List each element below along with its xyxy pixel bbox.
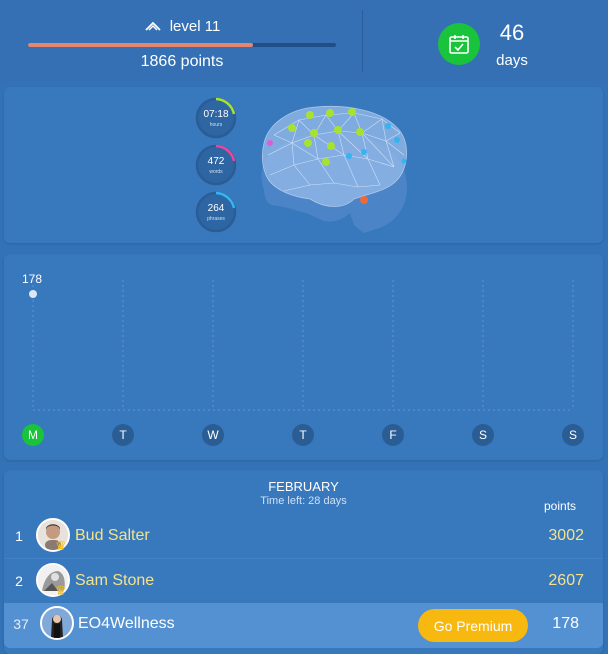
level-progress-bar	[28, 43, 336, 47]
day-button[interactable]: S	[562, 424, 584, 446]
leaderboard-row[interactable]: 1 ♛ Bud Salter 3002	[4, 515, 603, 559]
stat-words-unit: words	[209, 169, 223, 175]
day-button[interactable]: T	[112, 424, 134, 446]
points-column-header: points	[544, 499, 577, 513]
brain-illustration	[261, 106, 408, 233]
stat-phrases-value: 264	[207, 203, 225, 214]
leaderboard-row[interactable]: 2 ♛ Sam Stone 2607	[4, 560, 603, 604]
day-button[interactable]: T	[292, 424, 314, 446]
points-total: 1866 points	[140, 53, 224, 70]
avatar[interactable]	[40, 606, 74, 640]
level-label: level 11	[169, 17, 221, 35]
leaderboard-month: FEBRUARY	[268, 479, 339, 494]
day-button[interactable]: S	[472, 424, 494, 446]
chevron-up-icon	[145, 21, 161, 31]
stat-hours-unit: hours	[209, 122, 223, 128]
streak-badge[interactable]	[438, 23, 480, 65]
stat-phrases: 264 phrases	[195, 191, 237, 233]
level-progress-fill	[28, 43, 253, 47]
day-button[interactable]: M	[22, 424, 44, 446]
user-score: 178	[552, 615, 579, 632]
calendar-check-icon	[449, 35, 469, 54]
stat-words-value: 472	[207, 156, 225, 167]
stat-hours: 07:18 hours	[195, 97, 237, 139]
leaderboard-time-left: Time left: 28 days	[260, 495, 347, 507]
chart-value-label: 178	[22, 272, 43, 286]
streak-days-count: 46	[499, 20, 525, 45]
stat-phrases-unit: phrases	[207, 216, 225, 222]
stat-hours-value: 07:18	[203, 109, 229, 120]
user-score: 3002	[548, 527, 584, 544]
header: level 11 1866 points 46 days	[0, 0, 608, 82]
leaderboard-panel: FEBRUARY Time left: 28 days points 1 ♛ B…	[4, 470, 603, 654]
user-name[interactable]: Sam Stone	[75, 572, 154, 590]
crown-icon: ♛	[55, 538, 67, 553]
go-premium-button[interactable]: Go Premium	[418, 609, 528, 642]
progress-panel: 07:18 hours 472 words 264 phrases	[4, 87, 603, 243]
header-divider	[362, 10, 363, 72]
crown-icon: ♛	[55, 583, 67, 598]
weekly-chart-panel: 178 M T W T F S S	[4, 254, 603, 460]
current-user-row[interactable]: 37 EO4Wellness Go Premium 178	[4, 603, 603, 648]
user-score: 2607	[548, 572, 584, 589]
day-button[interactable]: W	[202, 424, 224, 446]
rank-number: 1	[15, 528, 23, 544]
rank-number: 37	[13, 616, 29, 632]
level-section[interactable]: level 11 1866 points	[28, 16, 336, 70]
stat-words: 472 words	[195, 144, 237, 186]
rank-number: 2	[15, 573, 23, 589]
user-name[interactable]: EO4Wellness	[78, 615, 175, 633]
chart-point[interactable]	[29, 290, 37, 298]
level-line: level 11	[28, 16, 336, 36]
streak-days-label: days	[496, 52, 528, 69]
day-button[interactable]: F	[382, 424, 404, 446]
user-name[interactable]: Bud Salter	[75, 527, 150, 545]
